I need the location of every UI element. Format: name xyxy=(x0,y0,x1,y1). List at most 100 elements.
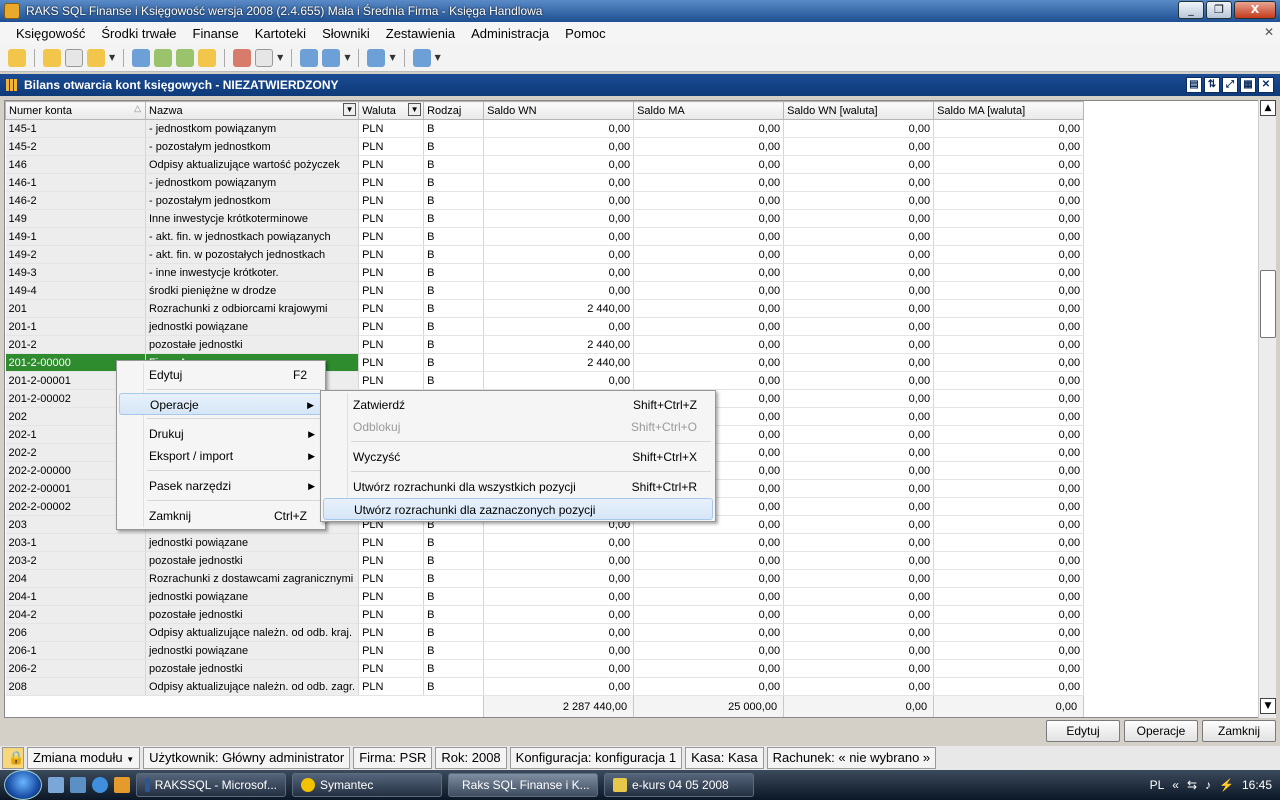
cell-name[interactable]: - akt. fin. w jednostkach powiązanych xyxy=(145,227,360,246)
cell-saldo-ma-waluta[interactable]: 0,00 xyxy=(933,281,1085,300)
money-icon[interactable] xyxy=(154,48,173,67)
lock-icon[interactable] xyxy=(198,48,217,67)
table-row[interactable]: 203-1 jednostki powiązane PLN B 0,00 0,00 0,00… xyxy=(5,533,1085,552)
cell-currency[interactable]: PLN xyxy=(358,245,425,264)
globe-icon[interactable] xyxy=(176,48,195,67)
cell-saldo-ma-waluta[interactable]: 0,00 xyxy=(933,335,1085,354)
cell-saldo-ma-waluta[interactable]: 0,00 xyxy=(933,227,1085,246)
cell-currency[interactable]: PLN xyxy=(358,659,425,678)
cell-saldo-wn[interactable]: 0,00 xyxy=(483,227,635,246)
cell-saldo-ma[interactable]: 0,00 xyxy=(633,587,785,606)
menu-slowniki[interactable]: Słowniki xyxy=(314,26,378,41)
switch-windows-icon[interactable] xyxy=(70,777,86,793)
chevron-down-icon[interactable]: ▼ xyxy=(435,53,441,62)
column-header-saldo-ma[interactable]: Saldo MA xyxy=(633,101,785,120)
cell-saldo-wn[interactable]: 0,00 xyxy=(483,317,635,336)
cell-saldo-ma[interactable]: 0,00 xyxy=(633,317,785,336)
cell-currency[interactable]: PLN xyxy=(358,533,425,552)
sub-item-zatwierdz[interactable]: Zatwierdź Shift+Ctrl+Z xyxy=(323,394,713,416)
cell-currency[interactable]: PLN xyxy=(358,587,425,606)
table-row[interactable]: 204-2 pozostałe jednostki PLN B 0,00 0,00 0,00… xyxy=(5,605,1085,624)
cell-saldo-wn-waluta[interactable]: 0,00 xyxy=(783,443,935,462)
document-icon[interactable] xyxy=(65,48,83,67)
cell-currency[interactable]: PLN xyxy=(358,317,425,336)
cell-saldo-wn-waluta[interactable]: 0,00 xyxy=(783,425,935,444)
cell-saldo-ma-waluta[interactable]: 0,00 xyxy=(933,461,1085,480)
cell-name[interactable]: Rozrachunki z odbiorcami krajowymi xyxy=(145,299,360,318)
cell-type[interactable]: B xyxy=(423,137,485,156)
cell-saldo-ma[interactable]: 0,00 xyxy=(633,191,785,210)
cell-saldo-ma-waluta[interactable]: 0,00 xyxy=(933,389,1085,408)
cell-saldo-wn-waluta[interactable]: 0,00 xyxy=(783,569,935,588)
cell-name[interactable]: - pozostałym jednostkom xyxy=(145,191,360,210)
cell-saldo-wn-waluta[interactable]: 0,00 xyxy=(783,281,935,300)
cell-name[interactable]: pozostałe jednostki xyxy=(145,659,360,678)
scroll-up-icon[interactable]: ▲ xyxy=(1260,100,1276,116)
cell-saldo-wn-waluta[interactable]: 0,00 xyxy=(783,317,935,336)
volume-icon[interactable]: ♪ xyxy=(1205,778,1211,792)
calculator-icon[interactable] xyxy=(43,48,61,67)
table-row[interactable]: 206 Odpisy aktualizujące należn. od odb. … xyxy=(5,623,1085,642)
column-header-rodzaj[interactable]: Rodzaj xyxy=(423,101,485,120)
cell-saldo-wn[interactable]: 0,00 xyxy=(483,119,635,138)
cell-name[interactable]: - pozostałym jednostkom xyxy=(145,137,360,156)
cell-account-number[interactable]: 149-1 xyxy=(5,227,146,246)
table-row[interactable]: 146 Odpisy aktualizujące wartość pożyczek… xyxy=(5,155,1085,174)
cell-name[interactable]: jednostki powiązane xyxy=(145,317,360,336)
chevron-down-icon[interactable]: ▼ xyxy=(389,53,395,62)
cell-saldo-wn[interactable]: 2 440,00 xyxy=(483,353,635,372)
task-symantec[interactable]: Symantec xyxy=(292,773,442,797)
cell-saldo-ma[interactable]: 0,00 xyxy=(633,119,785,138)
table-row[interactable]: 204-1 jednostki powiązane PLN B 0,00 0,00 0,00… xyxy=(5,587,1085,606)
cell-saldo-wn[interactable]: 0,00 xyxy=(483,677,635,696)
ledger-icon[interactable] xyxy=(87,48,105,67)
cell-saldo-ma-waluta[interactable]: 0,00 xyxy=(933,641,1085,660)
cell-saldo-wn[interactable]: 0,00 xyxy=(483,371,635,390)
cell-currency[interactable]: PLN xyxy=(358,641,425,660)
menu-finanse[interactable]: Finanse xyxy=(185,26,247,41)
filter-dropdown-icon[interactable]: ▼ xyxy=(343,103,357,116)
cell-saldo-ma-waluta[interactable]: 0,00 xyxy=(933,263,1085,282)
cell-saldo-ma[interactable]: 0,00 xyxy=(633,299,785,318)
cell-name[interactable]: pozostałe jednostki xyxy=(145,335,360,354)
cell-saldo-ma-waluta[interactable]: 0,00 xyxy=(933,317,1085,336)
cell-saldo-ma[interactable]: 0,00 xyxy=(633,155,785,174)
status-year[interactable]: Rok: 2008 xyxy=(435,747,507,769)
table-row[interactable]: 145-1- jednostkom powiązanym PLN B 0,00 0,00… xyxy=(5,119,1085,138)
cell-account-number[interactable]: 201-1 xyxy=(5,317,146,336)
cell-type[interactable]: B xyxy=(423,173,485,192)
cell-currency[interactable]: PLN xyxy=(358,191,425,210)
status-user[interactable]: Użytkownik: Główny administrator xyxy=(143,747,351,769)
cell-account-number[interactable]: 206-1 xyxy=(5,641,146,660)
users-icon[interactable] xyxy=(300,48,319,67)
table-row[interactable]: 208 Odpisy aktualizujące należn. od odb. … xyxy=(5,677,1085,696)
ctx-item-edytuj[interactable]: Edytuj F2 xyxy=(119,364,323,386)
table-row[interactable]: 149-1- akt. fin. w jednostkach powiązany… xyxy=(5,227,1085,246)
cell-type[interactable]: B xyxy=(423,299,485,318)
cell-saldo-wn[interactable]: 0,00 xyxy=(483,263,635,282)
cell-saldo-wn-waluta[interactable]: 0,00 xyxy=(783,155,935,174)
cell-name[interactable]: - inne inwestycje krótkoter. xyxy=(145,263,360,282)
cell-currency[interactable]: PLN xyxy=(358,173,425,192)
mdi-close-icon[interactable]: ✕ xyxy=(1264,25,1274,39)
cell-saldo-wn-waluta[interactable]: 0,00 xyxy=(783,623,935,642)
chevron-down-icon[interactable]: ▼ xyxy=(344,53,350,62)
status-account[interactable]: Rachunek: « nie wybrano » xyxy=(766,747,937,769)
cell-currency[interactable]: PLN xyxy=(358,677,425,696)
table-row[interactable]: 201-2 pozostałe jednostki PLN B 2 440,00 0,00… xyxy=(5,335,1085,354)
cell-account-number[interactable]: 201 xyxy=(5,299,146,318)
cell-saldo-wn[interactable]: 0,00 xyxy=(483,569,635,588)
cell-account-number[interactable]: 146 xyxy=(5,155,146,174)
cell-name[interactable]: - akt. fin. w pozostałych jednostkach xyxy=(145,245,360,264)
cell-currency[interactable]: PLN xyxy=(358,335,425,354)
menu-srodki-trwale[interactable]: Środki trwałe xyxy=(93,26,184,41)
cell-saldo-wn-waluta[interactable]: 0,00 xyxy=(783,461,935,480)
cell-saldo-ma-waluta[interactable]: 0,00 xyxy=(933,407,1085,426)
menu-pomoc[interactable]: Pomoc xyxy=(557,26,613,41)
cell-saldo-ma-waluta[interactable]: 0,00 xyxy=(933,245,1085,264)
cell-saldo-ma-waluta[interactable]: 0,00 xyxy=(933,677,1085,696)
cell-type[interactable]: B xyxy=(423,659,485,678)
cell-account-number[interactable]: 146-2 xyxy=(5,191,146,210)
menu-ksiegowosc[interactable]: Księgowość xyxy=(8,26,93,41)
cell-currency[interactable]: PLN xyxy=(358,353,425,372)
